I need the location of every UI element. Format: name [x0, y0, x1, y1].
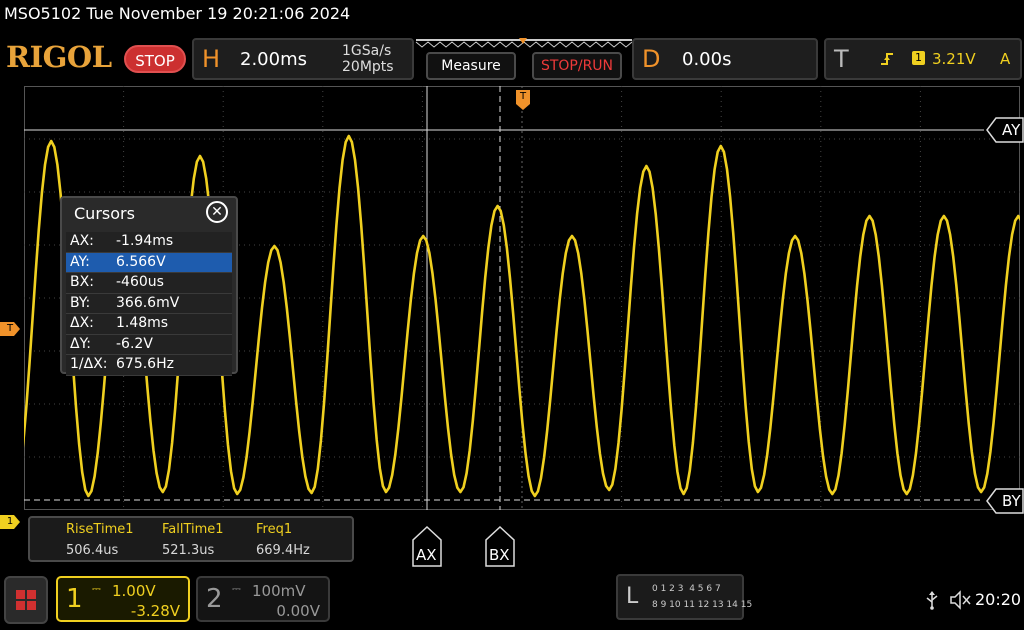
- close-icon[interactable]: ✕: [206, 201, 228, 223]
- horizontal-letter: H: [202, 45, 221, 73]
- channel-1-scale: 1.00V: [112, 582, 156, 600]
- measurement-fall-time[interactable]: FallTime1 521.3us: [162, 522, 224, 558]
- timebase-value: 2.00ms: [240, 49, 307, 70]
- cursors-panel[interactable]: Cursors ✕ AX: -1.94ms AY: 6.566V BX: -460us…: [60, 196, 238, 376]
- cursor-row-label: 1/ΔX:: [70, 356, 108, 372]
- cursor-row-dx: ΔX: 1.48ms: [66, 314, 232, 335]
- trigger-letter: T: [834, 45, 849, 73]
- cursor-row-value: 6.566V: [116, 253, 166, 270]
- stop-run-label: STOP/RUN: [540, 58, 614, 74]
- trigger-level-marker: T: [0, 322, 20, 336]
- cursor-row-inv-dx: 1/ΔX: 675.6Hz: [66, 355, 232, 376]
- trigger-position-label: T: [519, 91, 527, 102]
- cursor-row-label: ΔY:: [70, 335, 91, 352]
- cursors-title: Cursors: [74, 204, 135, 223]
- status-clock: 20:20: [975, 590, 1022, 609]
- memory-depth: 20Mpts: [342, 59, 394, 75]
- dc-coupling-icon: ⎓: [232, 582, 241, 595]
- cursor-row-ax[interactable]: AX: -1.94ms: [66, 232, 232, 253]
- channel-1-panel[interactable]: 1 ⎓ 1.00V -3.28V: [56, 576, 190, 622]
- ch1-ground-marker: 1: [0, 515, 20, 529]
- cursors-readout-table: AX: -1.94ms AY: 6.566V BX: -460us BY: 366.6m…: [66, 232, 232, 376]
- trigger-level: 3.21V: [932, 50, 976, 68]
- horizontal-panel[interactable]: H 2.00ms 1GSa/s 20Mpts: [192, 38, 414, 80]
- cursor-row-value: -6.2V: [116, 335, 153, 352]
- cursor-row-value: 366.6mV: [116, 294, 180, 311]
- cursor-row-label: AY:: [70, 253, 90, 270]
- cursor-row-value: -460us: [116, 274, 164, 290]
- cursor-row-bx[interactable]: BX: -460us: [66, 273, 232, 294]
- la-channels-row2: 8 9 10 11 12 13 14 15: [652, 600, 753, 610]
- cursor-row-by[interactable]: BY: 366.6mV: [66, 293, 232, 314]
- cursor-row-value: -1.94ms: [116, 233, 174, 249]
- delay-letter: D: [642, 45, 661, 73]
- cursor-ay-label: AY: [1002, 121, 1021, 139]
- channel-2-number: 2: [206, 584, 223, 614]
- channel-1-number: 1: [66, 584, 83, 614]
- measurement-name: RiseTime1: [66, 522, 134, 537]
- trigger-level-marker-label: T: [6, 323, 14, 334]
- cursor-row-value: 675.6Hz: [116, 356, 174, 372]
- rising-edge-icon: [881, 53, 893, 65]
- measurement-value: 669.4Hz: [256, 543, 310, 558]
- measurement-rise-time[interactable]: RiseTime1 506.4us: [66, 522, 134, 558]
- run-status-stop[interactable]: STOP: [124, 45, 186, 73]
- cursor-row-value: 1.48ms: [116, 315, 169, 331]
- measurement-frequency[interactable]: Freq1 669.4Hz: [256, 522, 310, 558]
- cursor-row-label: BX:: [70, 274, 94, 290]
- trigger-source-badge: 1: [912, 51, 925, 65]
- la-channels-row1: 0 1 2 3 4 5 6 7: [652, 584, 721, 594]
- sample-rate: 1GSa/s: [342, 43, 392, 59]
- trigger-mode: A: [1000, 50, 1011, 68]
- ch1-ground-marker-label: 1: [6, 516, 14, 527]
- trigger-panel[interactable]: T 1 3.21V A: [824, 38, 1022, 80]
- cursor-by-label: BY: [1002, 492, 1021, 510]
- cursor-row-label: BY:: [70, 294, 91, 311]
- cursor-ax-label: AX: [416, 546, 437, 564]
- la-letter: L: [626, 584, 639, 609]
- stop-run-button[interactable]: STOP/RUN: [532, 52, 622, 80]
- delay-panel[interactable]: D 0.00s: [632, 38, 818, 80]
- speaker-mute-icon[interactable]: [950, 590, 972, 610]
- measurement-value: 506.4us: [66, 543, 119, 558]
- channel-2-offset: 0.00V: [276, 602, 320, 620]
- channel-1-offset: -3.28V: [130, 602, 180, 620]
- measurement-name: Freq1: [256, 522, 293, 537]
- menu-grid-icon[interactable]: [4, 576, 48, 624]
- usb-icon: [926, 591, 938, 610]
- measure-button[interactable]: Measure: [426, 52, 516, 80]
- channel-2-scale: 100mV: [252, 582, 306, 600]
- dc-coupling-icon: ⎓: [92, 582, 101, 595]
- logic-analyzer-panel[interactable]: L 0 1 2 3 4 5 6 7 8 9 10 11 12 13 14 15: [616, 574, 752, 620]
- cursor-row-label: ΔX:: [70, 315, 94, 331]
- channel-2-panel[interactable]: 2 ⎓ 100mV 0.00V: [196, 576, 330, 622]
- measurement-value: 521.3us: [162, 543, 215, 558]
- cursor-row-dy: ΔY: -6.2V: [66, 334, 232, 355]
- rigol-logo: RIGOL: [6, 40, 112, 74]
- measurement-panel[interactable]: RiseTime1 506.4us FallTime1 521.3us Freq…: [28, 516, 354, 562]
- model-datetime: MSO5102 Tue November 19 20:21:06 2024: [4, 4, 351, 23]
- cursor-row-ay[interactable]: AY: 6.566V: [66, 252, 232, 273]
- memory-position-strip: [415, 38, 633, 48]
- cursor-row-label: AX:: [70, 233, 94, 249]
- delay-value: 0.00s: [682, 49, 732, 70]
- measure-label: Measure: [441, 58, 501, 74]
- measurement-name: FallTime1: [162, 522, 224, 537]
- cursor-bx-label: BX: [489, 546, 510, 564]
